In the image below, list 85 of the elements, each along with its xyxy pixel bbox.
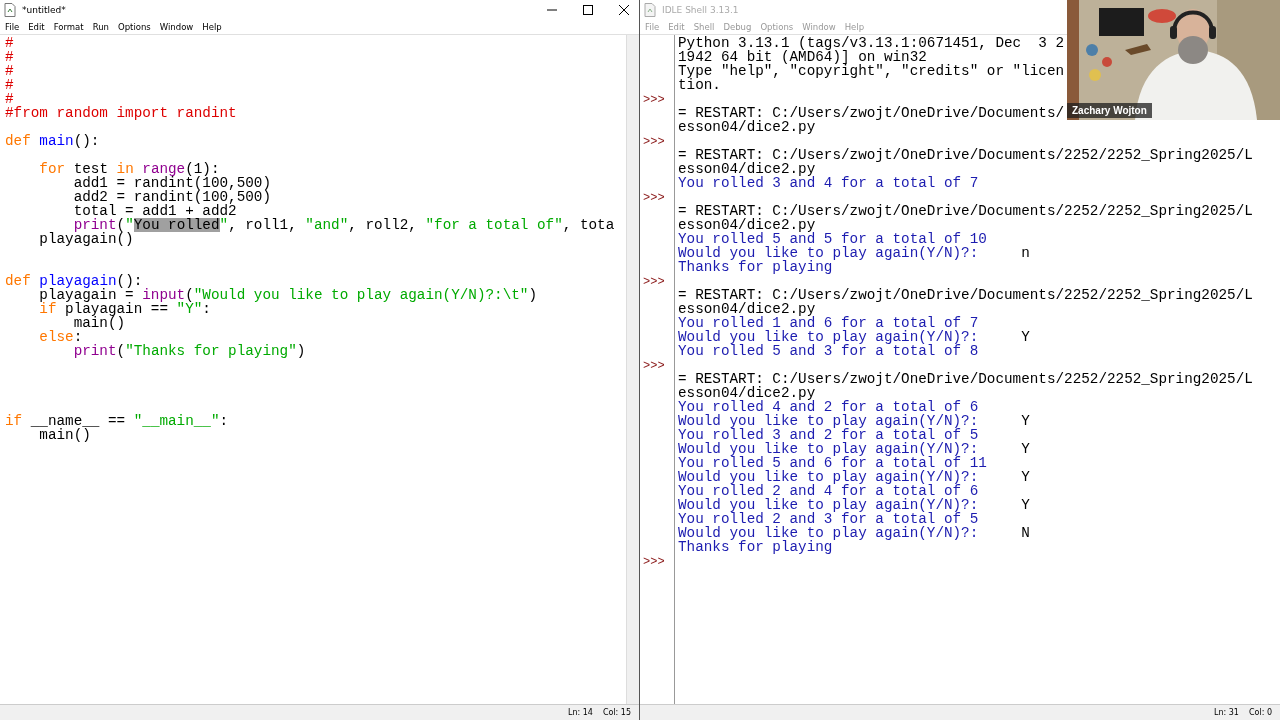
shell-message: esson04/dice2.py [678,385,816,401]
program-output: You rolled 5 and 6 for a total of 11 [678,455,987,471]
code-line: main() [73,316,126,330]
menu-item[interactable]: Options [118,22,151,32]
menu-item[interactable]: Help [202,22,222,32]
document-icon [644,3,656,17]
code-line: for test in range(1): [38,162,220,176]
input-prompt: Would you like to play again(Y/N)?: [678,526,980,540]
shell-prompt: >>> [643,191,665,205]
shell-message: = RESTART: C:/Users/zwojt/OneDrive/Documents/2252/2252_Spring2025/L [678,371,1253,387]
menu-item[interactable]: Window [159,22,194,32]
answer-text: Y [1021,441,1030,457]
program-output: Thanks for playing [678,259,833,275]
shell-message: Python 3.13.1 (tags/v3.13.1:0671451, Dec 3 2 [678,35,1065,51]
answer-text: Y [1021,497,1030,513]
answer-text: Y [1021,469,1030,485]
code-line: add1 = randint(100,500) [72,176,271,190]
code-line: if __name__ == "__main__": [5,414,229,428]
input-prompt: Would you like to play again(Y/N)?: [678,330,980,344]
code-line: else: [38,330,83,344]
input-prompt: Would you like to play again(Y/N)?: [678,246,980,260]
program-output: You rolled 3 and 2 for a total of 5 [678,427,979,443]
menu-item[interactable]: Format [53,22,84,32]
shell-message: = RESTART: C:/Users/zwojt/OneDrive/Documents/2252/2252_Spring2025/L [678,203,1253,219]
code-line: # [5,36,14,50]
menu-item[interactable]: Run [92,22,109,32]
answer-text: N [1021,525,1030,541]
maximize-icon [583,5,593,15]
code-line: # [5,50,14,64]
menu-item[interactable]: Edit [28,22,45,32]
window-title: IDLE Shell 3.13.1 [662,5,739,15]
shell-message: esson04/dice2.py [678,119,816,135]
answer-text: n [1021,245,1030,261]
input-prompt: Would you like to play again(Y/N)?: [678,414,980,428]
code-line: total = add1 + add2 [72,204,237,218]
window-title: *untitled* [22,5,66,15]
status-text: Col: 0 [1248,708,1272,717]
program-output: You rolled 5 and 5 for a total of 10 [678,231,987,247]
code-line: if playagain == "Y": [38,302,211,316]
answer-text: Y [1021,413,1030,429]
program-output: You rolled 5 and 3 for a total of 8 [678,343,979,359]
code-line: print("Thanks for playing") [72,344,306,358]
shell-message: tion. [678,77,721,93]
shell-prompt: >>> [643,135,665,149]
program-output: Thanks for playing [678,539,833,555]
program-output: You rolled 3 and 4 for a total of 7 [678,175,979,191]
close-icon [619,5,629,15]
menu-item[interactable]: File [5,22,20,32]
shell-message: Type "help", "copyright", "credits" or "licen [678,63,1065,79]
program-output: You rolled 2 and 3 for a total of 5 [678,511,979,527]
code-line: add2 = randint(100,500) [72,190,271,204]
code-line: playagain = input("Would you like to play again(Y/N)?:\t") [38,288,537,302]
shell-prompt: >>> [643,555,665,569]
shell-message: esson04/dice2.py [678,301,816,317]
status-text: Col: 15 [602,708,631,717]
program-output: You rolled 4 and 2 for a total of 6 [678,399,979,415]
program-output: You rolled 1 and 6 for a total of 7 [678,315,979,331]
code-line: # [5,64,14,78]
shell-prompt: >>> [643,275,665,289]
shell-prompt: >>> [643,93,665,107]
code-line: print("You rolled", roll1, "and", roll2, "for a total of", tota [73,218,615,232]
answer-text: Y [1021,329,1030,345]
program-output: You rolled 2 and 4 for a total of 6 [678,483,979,499]
code-line: # [5,78,14,92]
input-prompt: Would you like to play again(Y/N)?: [678,442,980,456]
shell-message: 1942 64 bit (AMD64)] on win32 [678,49,927,65]
status-text: Ln: 14 [567,708,593,717]
document-icon [4,3,16,17]
code-line: def playagain(): [5,274,143,288]
input-prompt: Would you like to play again(Y/N)?: [678,470,980,484]
status-text: Ln: 31 [1214,708,1239,717]
shell-prompt: >>> [643,359,665,373]
shell-message: = RESTART: C:/Users/zwojt/OneDrive/Documents/ [678,105,1065,121]
shell-message: esson04/dice2.py [678,217,816,233]
shell-message: = RESTART: C:/Users/zwojt/OneDrive/Documents/2252/2252_Spring2025/L [678,287,1253,303]
code-line: main() [38,428,91,442]
code-line: playagain() [38,232,134,246]
code-line: #from random import randint [5,106,237,120]
participant-name: Zachary Wojton [1067,103,1152,118]
shell-message: esson04/dice2.py [678,161,816,177]
shell-message: = RESTART: C:/Users/zwojt/OneDrive/Documents/2252/2252_Spring2025/L [678,147,1253,163]
code-line: def main(): [5,134,100,148]
code-line: # [5,92,14,106]
scrollbar[interactable] [626,35,639,704]
input-prompt: Would you like to play again(Y/N)?: [678,498,980,512]
